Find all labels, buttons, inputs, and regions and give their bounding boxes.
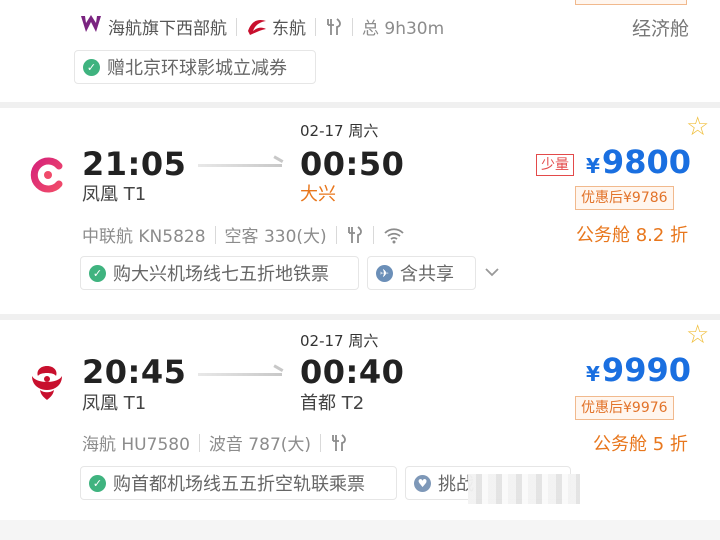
price: ¥9800 — [586, 143, 691, 181]
codeshare-label: 含共享 — [400, 264, 454, 285]
route-arrow — [198, 373, 282, 376]
top-airline-label: 海航旗下西部航 — [108, 19, 227, 39]
united-airlines-logo-icon — [30, 157, 63, 193]
aircraft-type: 波音 787(大) — [208, 435, 312, 455]
codeshare-chip[interactable]: ✈ 含共享 — [367, 256, 476, 290]
airport-rail-coupon-label: 购首都机场线五五折空轨联乘票 — [113, 474, 365, 495]
check-icon: ✓ — [89, 474, 106, 492]
cabin-class: 公务舱 8.2 折 — [576, 225, 689, 246]
price: ¥9990 — [586, 351, 691, 389]
arrival-time: 00:50 — [300, 145, 405, 183]
airport-rail-coupon-chip[interactable]: ✓ 购首都机场线五五折空轨联乘票 — [80, 466, 397, 500]
discount-price: 优惠后¥9786 — [575, 186, 674, 210]
subway-coupon-label: 购大兴机场线七五折地铁票 — [113, 264, 329, 285]
arrival-time: 00:40 — [300, 353, 405, 391]
arrival-date: 02-17 周六 — [300, 122, 379, 140]
top-coupon-label: 赠北京环球影城立减券 — [107, 58, 287, 79]
check-icon: ✓ — [83, 58, 100, 76]
star-icon[interactable]: ☆ — [686, 114, 709, 140]
meal-icon — [347, 225, 362, 243]
airline-flight-number: 海航 HU7580 — [82, 435, 190, 455]
departure-airport: 凤凰 T1 — [82, 184, 147, 205]
separator — [0, 520, 720, 540]
scarcity-badge: 少量 — [536, 154, 574, 176]
flight-card[interactable]: 20:45 凤凰 T1 02-17 周六 00:40 首都 T2 ☆ ¥9990… — [0, 320, 720, 520]
flight-card[interactable]: 21:05 凤凰 T1 02-17 周六 00:50 大兴 ☆ 少量 ¥9800… — [0, 108, 720, 314]
hainan-airlines-logo-icon — [32, 366, 62, 400]
heart-badge-icon: ♥ — [414, 474, 431, 492]
subway-coupon-chip[interactable]: ✓ 购大兴机场线七五折地铁票 — [80, 256, 359, 290]
wifi-icon — [384, 227, 404, 243]
aircraft-type: 空客 330(大) — [224, 227, 327, 247]
arrival-airport: 首都 T2 — [300, 393, 365, 414]
cabin-class: 公务舱 5 折 — [593, 434, 688, 455]
route-arrow — [198, 164, 282, 167]
departure-airport: 凤凰 T1 — [82, 393, 147, 414]
top-price-stub — [575, 0, 687, 5]
check-icon: ✓ — [89, 264, 106, 282]
top-partner-label: 东航 — [272, 19, 306, 39]
discount-price: 优惠后¥9976 — [575, 396, 674, 420]
top-cabin-label: 经济舱 — [632, 18, 690, 40]
blur-overlay — [468, 474, 580, 504]
star-icon[interactable]: ☆ — [686, 322, 709, 348]
arrival-date: 02-17 周六 — [300, 332, 379, 350]
west-air-logo-icon — [81, 15, 101, 32]
plane-icon: ✈ — [376, 264, 393, 282]
top-flight-card[interactable]: 海航旗下西部航 东航 总 9h30m 经济舱 ✓ 赠北京环球影城立减券 — [0, 0, 720, 100]
china-eastern-logo-icon — [248, 19, 266, 35]
departure-time: 20:45 — [82, 353, 187, 391]
airline-flight-number: 中联航 KN5828 — [82, 227, 206, 247]
departure-time: 21:05 — [82, 145, 187, 183]
meal-icon — [327, 17, 341, 35]
meal-icon — [332, 433, 346, 451]
top-coupon-chip[interactable]: ✓ 赠北京环球影城立减券 — [74, 50, 316, 84]
arrival-airport: 大兴 — [300, 184, 336, 205]
top-duration: 总 9h30m — [362, 19, 445, 39]
chevron-down-icon[interactable] — [484, 266, 500, 278]
